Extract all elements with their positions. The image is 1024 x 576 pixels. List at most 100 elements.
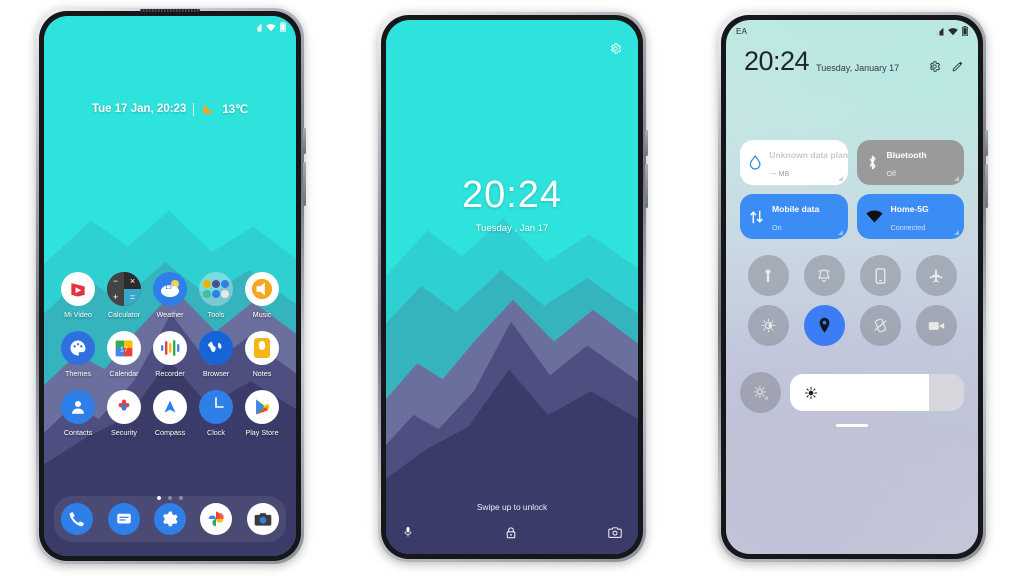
calculator-icon: − × + = [107,272,141,306]
app-weather[interactable]: 13° Weather [148,272,192,319]
app-play-store[interactable]: Play Store [240,390,284,437]
app-browser[interactable]: Browser [194,331,238,378]
browser-icon [199,331,233,365]
app-security[interactable]: Security [102,390,146,437]
app-label: Recorder [155,369,185,378]
big-tiles-grid: Unknown data plan --- MB Bluetooth Off M… [740,140,964,239]
airplane-icon [929,268,943,282]
qs-date: Tuesday, January 17 [816,63,900,73]
phone-icon[interactable] [61,503,94,535]
wallpaper-mountains [386,20,638,554]
header-icon-group [928,60,964,75]
brightness-slider[interactable] [790,374,964,411]
gear-icon[interactable] [609,42,622,60]
tile-expand-corner[interactable] [954,230,959,235]
dark-mode-icon [761,318,775,333]
app-label: Music [252,310,272,319]
tile-dark-mode[interactable] [747,305,789,346]
tile-data-plan[interactable]: Unknown data plan --- MB [740,140,848,185]
tile-text: Home-5G Connected [891,199,929,235]
tile-auto-brightness[interactable]: A [740,372,781,413]
weather-icon: 13° [153,272,187,306]
app-label: Calculator [107,310,141,319]
app-label: Play Store [245,428,279,437]
panel-grabber-handle[interactable] [836,424,868,427]
quick-settings-header: 20:24 Tuesday, January 17 [744,48,964,75]
mi-video-icon [61,272,95,306]
svg-text:17: 17 [120,345,128,354]
microphone-icon[interactable] [402,525,414,539]
themes-icon [61,331,95,365]
settings-gear-icon[interactable] [153,503,186,535]
app-themes[interactable]: Themes [56,331,100,378]
tile-wifi[interactable]: Home-5G Connected [856,194,964,239]
tile-flashlight[interactable] [747,255,789,296]
clock-icon [199,390,233,424]
music-icon [245,272,279,306]
messages-icon[interactable] [107,503,140,535]
qs-time: 20:24 [744,46,810,76]
tile-ring-mode[interactable] [803,255,845,296]
app-calendar[interactable]: 17 Calendar [102,331,146,378]
tile-title: Mobile data [772,203,820,214]
app-calculator[interactable]: − × + = Calculator [102,272,146,319]
app-label: Notes [252,369,272,378]
screen-record-icon [928,321,944,330]
bluetooth-icon [869,155,876,170]
tile-airplane-mode[interactable] [915,255,957,296]
lock-icon[interactable] [504,525,518,540]
tile-title: Unknown data plan [769,149,848,160]
tile-text: Bluetooth Off [887,145,927,181]
app-mi-video[interactable]: Mi Video [56,272,100,319]
carrier-label: EA [736,26,748,36]
app-contacts[interactable]: Contacts [56,390,100,437]
wifi-icon [948,27,958,35]
camera-icon[interactable] [608,526,622,539]
wifi-icon [266,23,276,31]
app-row: Mi Video − × + = Calculator 13° Weather … [56,272,284,319]
tile-subtitle: Connected [890,222,926,232]
signal-icon [935,27,944,35]
svg-text:=: = [130,292,135,302]
app-clock[interactable]: Clock [194,390,238,437]
ring-bell-icon [817,268,831,282]
camera-icon[interactable] [246,503,279,535]
photos-icon[interactable] [200,503,233,535]
tile-vibrate[interactable] [859,255,901,296]
tile-mobile-data[interactable]: Mobile data On [740,194,848,239]
tile-expand-corner[interactable] [837,230,843,235]
app-music[interactable]: Music [240,272,284,319]
edit-pencil-icon[interactable] [951,60,964,73]
battery-icon [280,22,286,32]
status-bar: EA [726,20,978,42]
tile-rotation-lock[interactable] [859,305,901,346]
tile-bluetooth[interactable]: Bluetooth Off [856,140,964,185]
tile-subtitle: --- MB [769,168,790,178]
tile-expand-corner[interactable] [837,176,843,181]
widget-divider [193,102,195,116]
app-tools-folder[interactable]: Tools [194,272,238,319]
lock-date: Tuesday , Jan 17 [475,223,549,234]
app-label: Mi Video [64,310,92,319]
phone-2-screen: 20:24 Tuesday , Jan 17 Swipe up to unloc… [386,20,638,554]
phone-3-quick-settings: EA 20:24 Tuesday, January 17 Unknown dat… [718,12,988,562]
tile-screen-record[interactable] [915,305,957,346]
contacts-icon [61,390,95,424]
app-label: Compass [154,428,186,437]
clock-weather-widget[interactable]: Tue 17 Jan, 20:23 13℃ [44,102,296,116]
app-label: Security [111,428,137,437]
app-row: Contacts Security Compass Clock Play Sto… [56,390,284,437]
lock-shortcut-bar [386,520,638,544]
app-compass[interactable]: Compass [148,390,192,437]
three-phone-mockup: Tue 17 Jan, 20:23 13℃ Mi Video − × + = C… [0,0,1024,576]
widget-datetime: Tue 17 Jan, 20:23 [91,103,187,115]
tile-location[interactable] [803,305,845,346]
tile-expand-corner[interactable] [954,176,959,181]
notes-icon [245,331,279,365]
settings-gear-icon[interactable] [928,60,941,73]
tile-subtitle: On [772,222,782,232]
lock-clock: 20:24 Tuesday , Jan 17 [386,176,638,234]
unlock-hint: Swipe up to unlock [476,502,548,512]
app-notes[interactable]: Notes [240,331,284,378]
app-recorder[interactable]: Recorder [148,331,192,378]
